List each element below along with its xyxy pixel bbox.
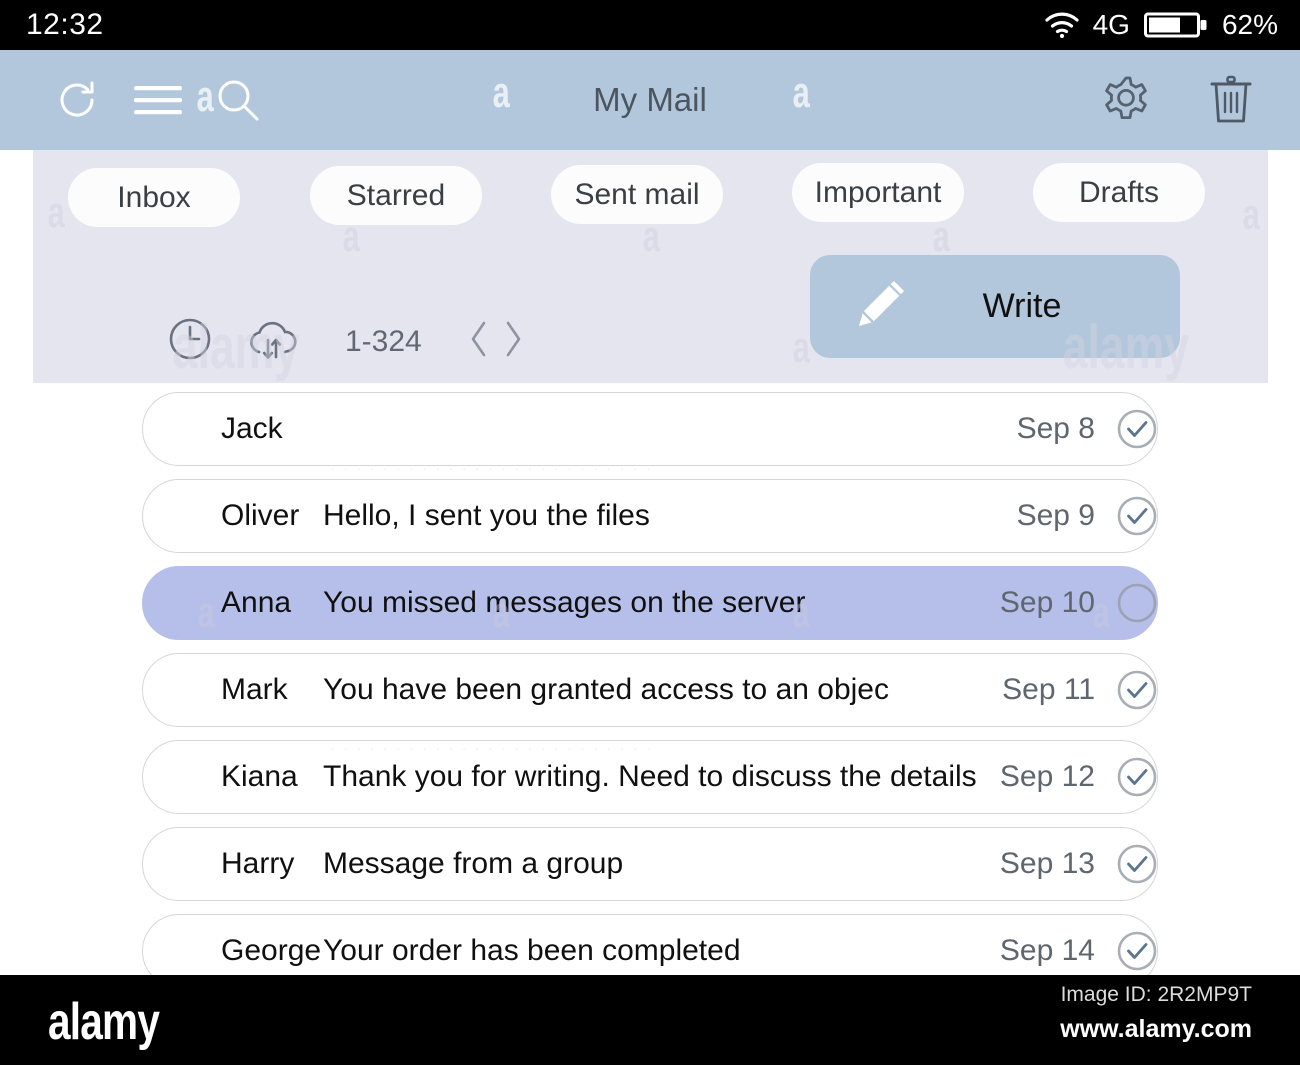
mail-list: Jack Sep 8 Oliver Hello, I sent you the … <box>0 392 1300 1001</box>
tab-drafts[interactable]: Drafts <box>1033 163 1205 222</box>
mail-date: Sep 11 <box>1002 673 1095 706</box>
chevron-right-icon[interactable] <box>498 317 528 366</box>
mail-check-icon[interactable] <box>1111 492 1163 540</box>
mail-date: Sep 13 <box>999 847 1095 880</box>
mail-sender: Jack <box>221 412 283 445</box>
write-button[interactable]: Write <box>810 255 1180 358</box>
mail-date: Sep 12 <box>999 760 1095 793</box>
tab-inbox[interactable]: Inbox <box>68 168 240 227</box>
tab-important[interactable]: Important <box>792 163 964 222</box>
battery-icon <box>1143 11 1208 39</box>
mail-preview: Your order has been completed <box>323 934 741 967</box>
mail-preview: You missed messages on the server <box>323 586 806 619</box>
mail-sender: Mark <box>221 673 288 706</box>
chevron-left-icon[interactable] <box>464 317 494 366</box>
tab-label: Sent mail <box>574 177 700 211</box>
image-id-label: Image ID: 2R2MP9T <box>1060 983 1252 1006</box>
mail-sender: Kiana <box>221 760 298 793</box>
mail-row[interactable]: Mark You have been granted access to an … <box>142 653 1158 727</box>
search-icon[interactable] <box>214 76 262 124</box>
tab-label: Starred <box>346 178 446 212</box>
alamy-logo: alamy <box>48 993 160 1051</box>
mail-sender: Harry <box>221 847 295 880</box>
mail-sender: Oliver <box>221 499 300 532</box>
mail-preview: Thank you for writing. Need to discuss t… <box>323 760 977 793</box>
header-right-actions <box>1100 74 1254 126</box>
mail-preview: You have been granted access to an objec <box>323 673 889 706</box>
status-time: 12:32 <box>26 8 104 41</box>
mail-sender: Anna <box>221 586 292 619</box>
alamy-footer-bar: alamy Image ID: 2R2MP9T www.alamy.com <box>0 975 1300 1065</box>
status-indicators: 4G 62% <box>1044 9 1278 41</box>
mail-check-icon[interactable] <box>1111 405 1163 453</box>
gear-icon[interactable] <box>1100 74 1152 126</box>
mail-check-icon-empty[interactable] <box>1111 579 1163 627</box>
mail-date: Sep 14 <box>999 934 1095 967</box>
mail-date: Sep 9 <box>1016 499 1095 532</box>
pagination-controls <box>464 317 528 366</box>
folder-panel: Inbox Starred Sent mail Important Drafts <box>33 150 1268 383</box>
mail-check-icon[interactable] <box>1111 753 1163 801</box>
tab-label: Inbox <box>117 180 191 214</box>
mail-preview: Hello, I sent you the files <box>323 499 650 532</box>
mail-row[interactable]: Oliver Hello, I sent you the files Sep 9 <box>142 479 1158 553</box>
mail-check-icon[interactable] <box>1111 666 1163 714</box>
mail-date: Sep 8 <box>1016 412 1095 445</box>
refresh-icon[interactable] <box>52 75 102 125</box>
mail-check-icon[interactable] <box>1111 840 1163 888</box>
folder-tabs: Inbox Starred Sent mail Important Drafts <box>33 150 1268 245</box>
mail-row[interactable]: Kiana Thank you for writing. Need to dis… <box>142 740 1158 814</box>
alamy-url-label: www.alamy.com <box>1060 1015 1252 1043</box>
wifi-icon <box>1044 12 1079 38</box>
cloud-sync-icon[interactable] <box>243 316 301 367</box>
tab-label: Drafts <box>1078 175 1159 209</box>
app-header: My Mail <box>0 50 1300 150</box>
tab-label: Important <box>814 175 942 209</box>
pencil-icon <box>852 275 910 338</box>
hamburger-menu-icon[interactable] <box>132 82 184 118</box>
tab-sent-mail[interactable]: Sent mail <box>551 165 723 224</box>
mail-row[interactable]: Harry Message from a group Sep 13 <box>142 827 1158 901</box>
battery-percent-label: 62% <box>1221 9 1278 40</box>
mail-preview: Message from a group <box>323 847 624 880</box>
pagination-range: 1-324 <box>345 324 422 358</box>
mail-sender: George <box>221 934 322 967</box>
network-type-label: 4G <box>1092 9 1130 40</box>
mail-row[interactable]: Jack Sep 8 <box>142 392 1158 466</box>
header-left-actions <box>0 75 262 125</box>
mail-row-selected[interactable]: Anna You missed messages on the server S… <box>142 566 1158 640</box>
mail-date: Sep 10 <box>999 586 1095 619</box>
tab-starred[interactable]: Starred <box>310 166 482 225</box>
write-button-label: Write <box>982 287 1062 325</box>
trash-icon[interactable] <box>1208 74 1254 126</box>
status-bar: 12:32 4G 62% <box>0 0 1300 50</box>
mail-check-icon[interactable] <box>1111 927 1163 975</box>
clock-icon[interactable] <box>167 316 213 367</box>
toolbar-icons <box>33 316 301 367</box>
